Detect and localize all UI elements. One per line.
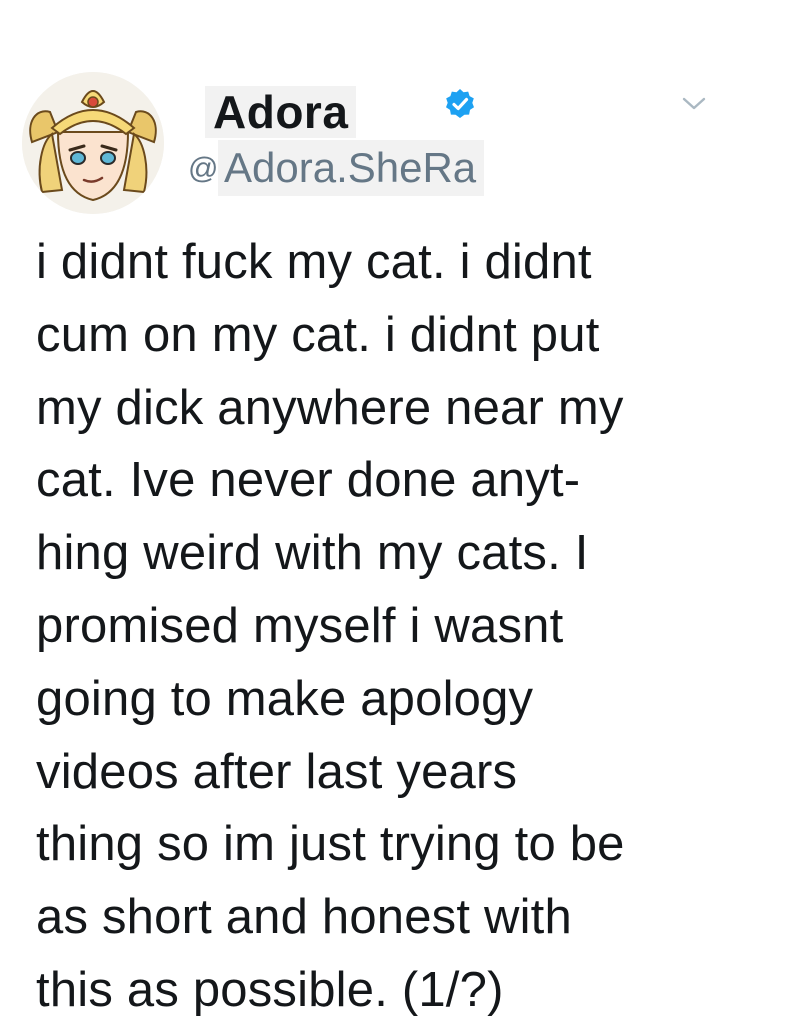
tweet-text-line: going to make apology [36, 671, 534, 726]
avatar-icon [22, 72, 164, 214]
handle[interactable]: Adora.SheRa [224, 147, 476, 189]
handle-at-symbol: @ [188, 152, 219, 185]
tweet-text-line: this as possible. (1/?) [36, 962, 504, 1017]
tweet-card: Adora @ Adora.SheRa i didnt fuck my cat.… [0, 0, 788, 1017]
tweet-text-line: videos after last years [36, 744, 518, 799]
tweet-text-line: i didnt fuck my cat. i didnt [36, 235, 592, 289]
tweet-text-line: hing weird with my cats. I [36, 526, 589, 581]
handle-container[interactable]: Adora.SheRa [218, 140, 485, 196]
tweet-text-line: my dick anywhere near my [36, 380, 624, 435]
tweet-text-line: cum on my cat. i didnt put [36, 307, 600, 362]
display-name[interactable]: Adora [213, 89, 348, 135]
avatar[interactable] [22, 72, 164, 214]
verified-badge-icon [446, 89, 474, 118]
tweet-text-line: as short and honest with [36, 890, 572, 945]
chevron-down-icon[interactable] [681, 94, 707, 114]
tweet-text-line: thing so im just trying to be [36, 817, 625, 872]
display-name-container[interactable]: Adora [205, 86, 357, 138]
tweet-text-line: promised myself i wasnt [36, 598, 564, 653]
tweet-text: i didnt fuck my cat. i didnt cum on my c… [36, 226, 756, 1017]
tweet-text-line: cat. Ive never done anyt- [36, 453, 581, 508]
